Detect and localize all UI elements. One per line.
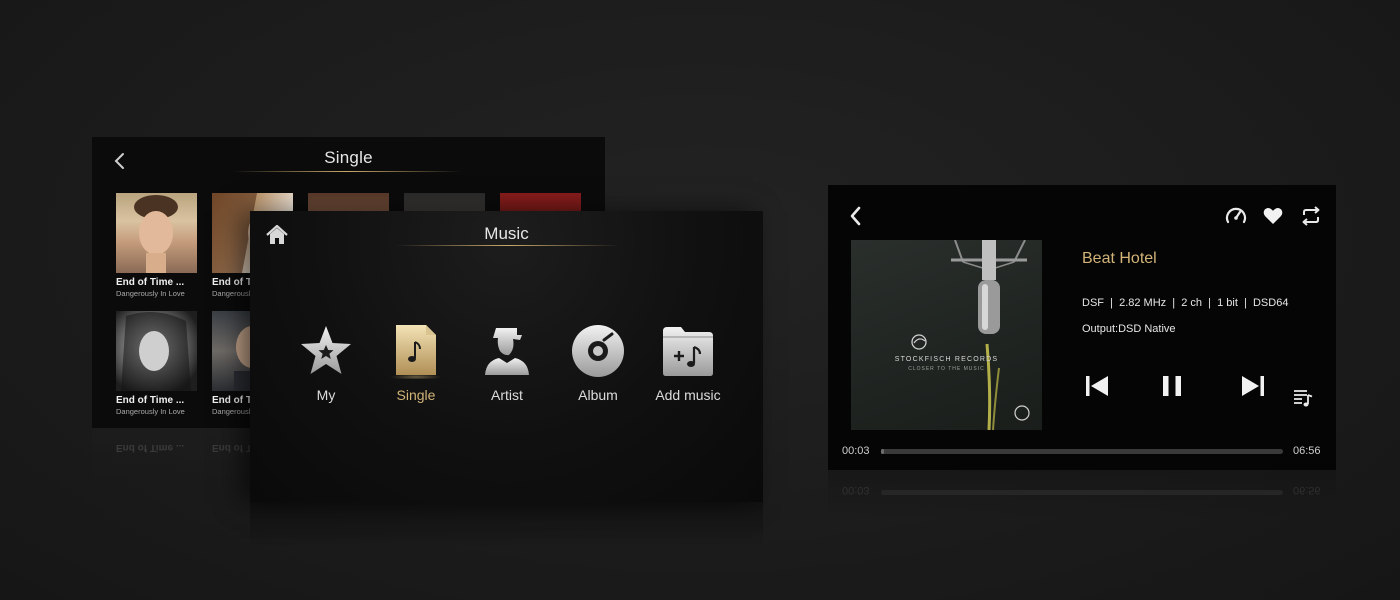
playlist-icon[interactable] <box>1293 388 1313 408</box>
album-cover: STOCKFISCH RECORDS CLOSER TO THE MUSIC <box>851 240 1042 430</box>
heart-icon[interactable] <box>1262 205 1284 227</box>
page-title: Music <box>484 224 529 243</box>
back-icon[interactable] <box>846 205 866 227</box>
menu-item-artist[interactable]: Artist <box>462 323 552 403</box>
sacd-logo <box>1014 405 1030 421</box>
album-thumbnail <box>116 193 197 273</box>
player-screen-reflection: 00:03 06:56 <box>828 470 1336 518</box>
disc-icon <box>572 325 624 377</box>
cover-label: STOCKFISCH RECORDS <box>894 356 999 363</box>
cover-sublabel: CLOSER TO THE MUSIC <box>908 366 985 372</box>
previous-track-icon[interactable] <box>1084 373 1110 399</box>
music-screen: Music My Single Artist Album Add music <box>250 211 763 502</box>
progress-bar[interactable] <box>881 449 1283 454</box>
reflection-bar <box>881 490 1283 495</box>
menu-label: My <box>316 387 336 403</box>
title-underline <box>232 171 462 172</box>
next-track-icon[interactable] <box>1240 373 1266 399</box>
format-info: DSF | 2.82 MHz | 2 ch | 1 bit | DSD64 <box>1082 297 1289 309</box>
duration-time: 06:56 <box>1293 445 1321 457</box>
list-item[interactable]: End of Time ... Dangerously In Love <box>116 193 197 298</box>
album-thumbnail <box>116 311 197 391</box>
pause-icon[interactable] <box>1159 373 1185 399</box>
elapsed-time: 00:03 <box>842 445 870 457</box>
music-note-icon <box>390 325 442 380</box>
output-mode: Output:DSD Native <box>1082 323 1176 335</box>
menu-item-add-music[interactable]: Add music <box>643 323 733 403</box>
tile-title: End of Time ... <box>116 277 185 288</box>
repeat-icon[interactable] <box>1300 205 1322 227</box>
list-item[interactable]: End of Time ... Dangerously In Love <box>116 311 197 416</box>
menu-label: Single <box>396 387 436 403</box>
tile-subtitle: Dangerously In Love <box>116 289 185 298</box>
star-icon <box>301 326 351 374</box>
speedometer-icon[interactable] <box>1225 205 1247 227</box>
progress-fill <box>881 449 884 454</box>
record-label-logo <box>911 334 927 350</box>
menu-label: Add music <box>655 387 721 403</box>
music-screen-shadow <box>250 502 763 548</box>
track-title: Beat Hotel <box>1082 250 1157 267</box>
menu-label: Album <box>578 387 618 403</box>
menu-label: Artist <box>491 387 523 403</box>
artist-icon <box>485 328 529 375</box>
add-music-folder-icon <box>663 327 713 376</box>
reflection-text: End of Time ... <box>116 442 185 453</box>
tile-title: End of Time ... <box>116 395 185 406</box>
menu-item-album[interactable]: Album <box>553 323 643 403</box>
menu-item-my[interactable]: My <box>281 323 371 403</box>
reflection-text: 00:03 <box>842 484 870 496</box>
player-screen: STOCKFISCH RECORDS CLOSER TO THE MUSIC B… <box>828 185 1336 470</box>
menu-item-single[interactable]: Single <box>371 323 461 403</box>
tile-subtitle: Dangerously In Love <box>116 407 185 416</box>
reflection-text: 06:56 <box>1293 484 1321 496</box>
page-title: Single <box>324 148 373 167</box>
title-underline <box>395 245 620 246</box>
